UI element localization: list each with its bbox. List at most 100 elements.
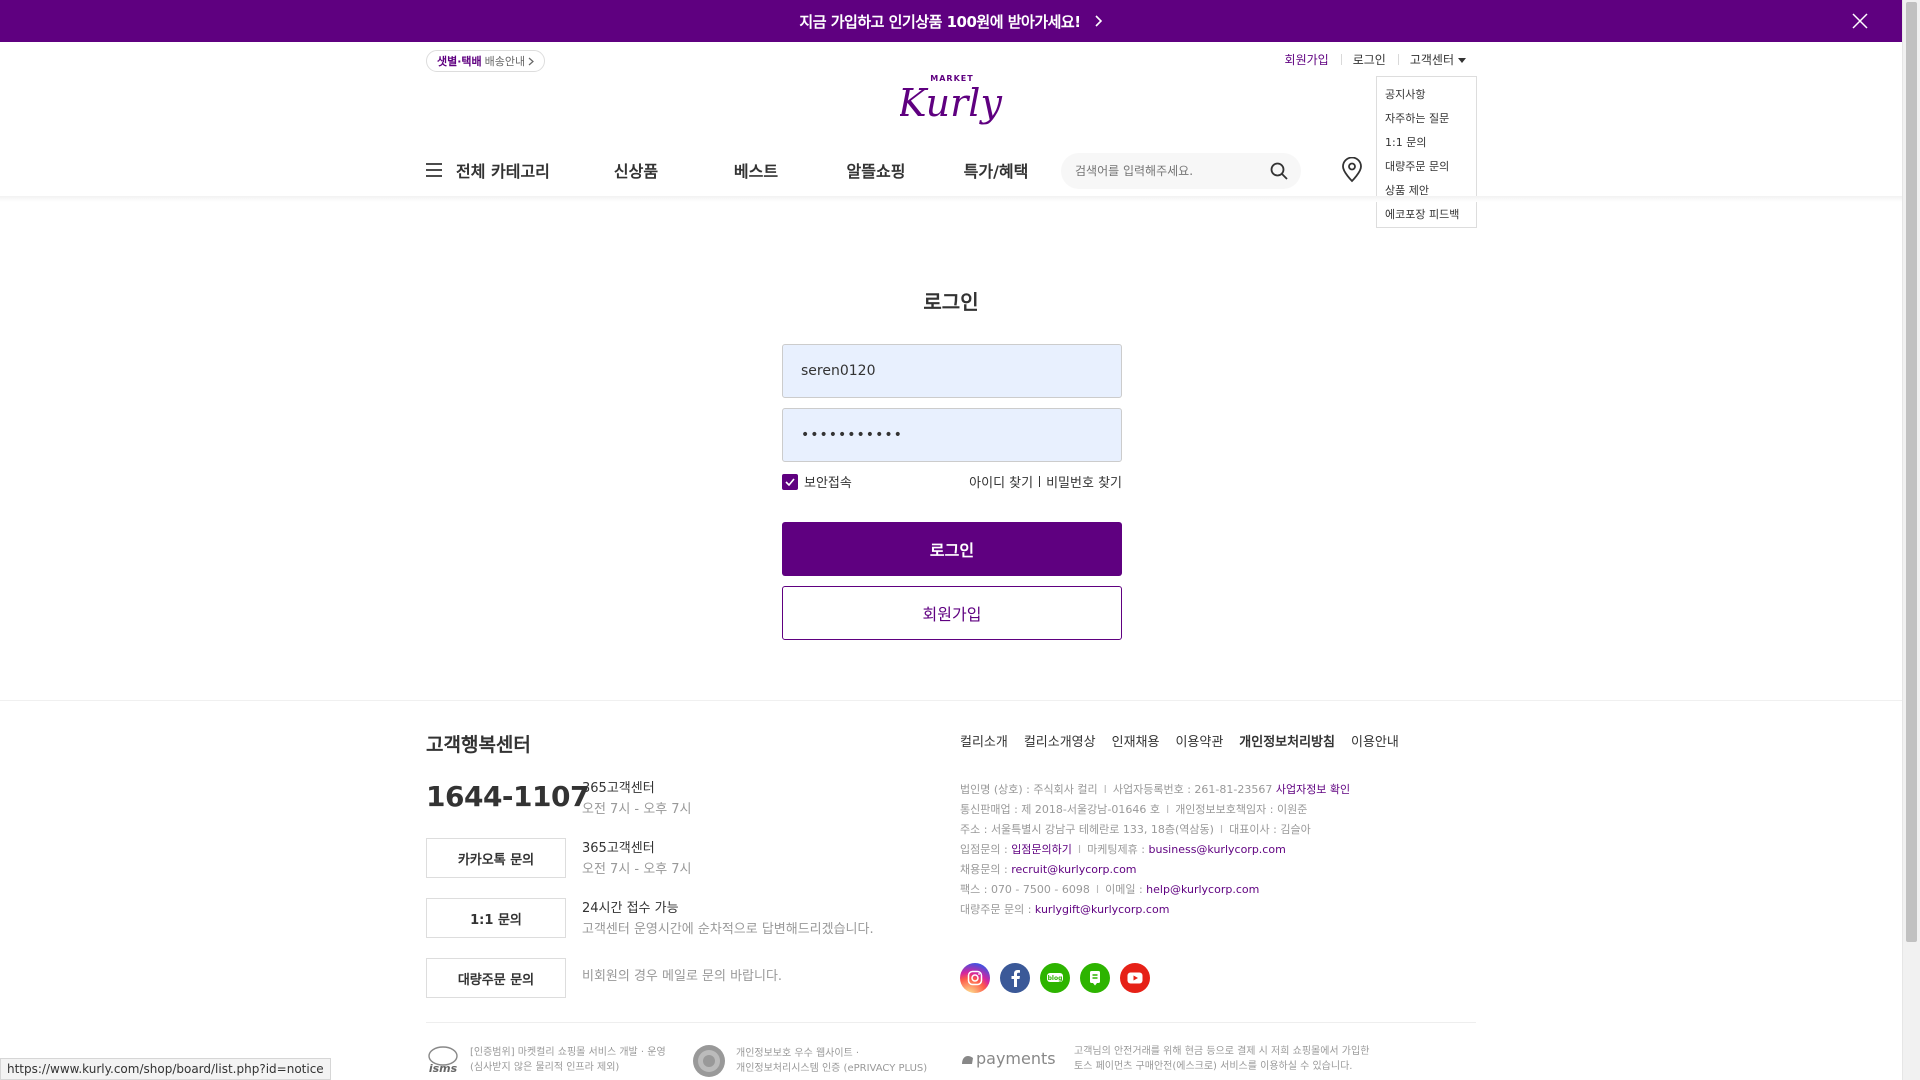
bulk-order-email-link[interactable]: kurlygift@kurlycorp.com: [1035, 903, 1170, 916]
partner-inquiry-label: 입점문의 :: [960, 843, 1008, 856]
customer-center-phone: 1644-1107: [426, 780, 589, 813]
footer-link-privacy[interactable]: 개인정보처리방침: [1239, 731, 1335, 750]
market-kurly-logo[interactable]: MARKET Kurly: [900, 70, 1004, 136]
nav-new-products[interactable]: 신상품: [576, 158, 696, 182]
one-to-one-inquiry-button[interactable]: 1:1 문의: [426, 898, 566, 938]
social-links: blog: [960, 963, 1150, 993]
recruit-label: 채용문의 :: [960, 863, 1008, 876]
caret-down-icon: [1458, 58, 1466, 63]
dropdown-item-eco-feedback[interactable]: 에코포장 피드백: [1377, 203, 1476, 227]
find-id-link[interactable]: 아이디 찾기: [969, 472, 1033, 491]
secure-login-checkbox[interactable]: 보안접속: [782, 472, 852, 491]
escrow-line-2: 토스 페이먼츠 구매안전(에스크로) 서비스를 이용하실 수 있습니다.: [1074, 1061, 1353, 1072]
all-categories-label: 전체 카테고리: [456, 162, 550, 181]
delivery-info-badge[interactable]: 샛별·택배 배송안내: [426, 50, 546, 72]
bulk-desc: 비회원의 경우 메일로 문의 바랍니다.: [582, 969, 783, 984]
nav-special-offers[interactable]: 특가/혜택: [936, 158, 1056, 182]
escrow-text: 고객님의 안전거래를 위해 현금 등으로 결제 시 저희 쇼핑몰에서 가입한 토…: [1074, 1044, 1369, 1074]
privacy-officer: 개인정보보호책임자 : 이원준: [1175, 803, 1308, 816]
location-pin-icon[interactable]: [1340, 157, 1364, 183]
isms-line-2: (심사받지 않은 물리적 인프라 제외): [470, 1062, 620, 1073]
delivery-badge-label: 배송안내: [484, 55, 526, 68]
kakao-hours: 오전 7시 - 오후 7시: [582, 862, 692, 877]
help-email-link[interactable]: help@kurlycorp.com: [1146, 883, 1259, 896]
chevron-right-icon: [1095, 15, 1102, 27]
header-divider: [0, 196, 1902, 202]
bulk-order-inquiry-button[interactable]: 대량주문 문의: [426, 958, 566, 998]
footer-link-careers[interactable]: 인재채용: [1112, 731, 1160, 750]
top-promo-banner[interactable]: 지금 가입하고 인기상품 100원에 받아가세요!: [0, 0, 1902, 42]
customer-center-link[interactable]: 고객센터: [1397, 51, 1478, 68]
phone-title: 365고객센터: [582, 781, 655, 796]
footer-navigation: 컬리소개 컬리소개영상 인재채용 이용약관 개인정보처리방침 이용안내: [960, 731, 1399, 750]
company-line-4: 입점문의 : 입점문의하기 I 마케팅제휴 : business@kurlycorp…: [960, 843, 1286, 856]
footer-link-about-video[interactable]: 컬리소개영상: [1024, 731, 1096, 750]
checkbox-checked-icon[interactable]: [782, 473, 798, 490]
find-password-link[interactable]: 비밀번호 찾기: [1046, 472, 1122, 491]
search-icon[interactable]: [1269, 161, 1289, 181]
facebook-icon[interactable]: [1000, 963, 1030, 993]
youtube-icon[interactable]: [1120, 963, 1150, 993]
footer-link-terms[interactable]: 이용약관: [1175, 731, 1223, 750]
link-divider: [1039, 476, 1041, 487]
nav-bargain-shopping[interactable]: 알뜰쇼핑: [816, 158, 936, 182]
find-account-links: 아이디 찾기 비밀번호 찾기: [969, 472, 1122, 491]
dropdown-item-faq[interactable]: 자주하는 질문: [1377, 107, 1476, 131]
ecommerce-license: 통신판매업 : 제 2018-서울강남-01646 호: [960, 803, 1160, 816]
blog-icon[interactable]: blog: [1040, 963, 1070, 993]
login-link[interactable]: 로그인: [1340, 51, 1398, 68]
user-id-input[interactable]: [782, 344, 1122, 398]
dropdown-item-notice[interactable]: 공지사항: [1377, 83, 1476, 107]
phone-hours-block: 365고객센터 오전 7시 - 오후 7시: [582, 778, 692, 820]
page-scrollbar[interactable]: [1902, 0, 1920, 1080]
banner-text[interactable]: 지금 가입하고 인기상품 100원에 받아가세요!: [799, 11, 1081, 32]
inquiry-title: 24시간 접수 가능: [582, 901, 679, 916]
toss-payments-logo: payments: [962, 1049, 1056, 1068]
search-box: [1061, 153, 1301, 189]
footer-divider: [0, 700, 1902, 701]
browser-status-url: https://www.kurly.com/shop/board/list.ph…: [0, 1058, 331, 1080]
all-categories-menu[interactable]: 전체 카테고리: [426, 158, 576, 182]
company-info: 법인명 (상호) : 주식회사 컬리 I 사업자등록번호 : 261-81-2356…: [960, 780, 1350, 920]
secure-login-label: 보안접속: [804, 476, 852, 491]
customer-center-label: 고객센터: [1409, 53, 1454, 67]
search-input[interactable]: [1075, 164, 1260, 178]
kakao-inquiry-button[interactable]: 카카오톡 문의: [426, 838, 566, 878]
isms-certification: isms [인증범위] 마켓컬리 쇼핑몰 서비스 개발 · 운영 (심사받지 않…: [426, 1044, 666, 1076]
scrollbar-thumb[interactable]: [1906, 2, 1917, 942]
inquiry-desc-block: 24시간 접수 가능 고객센터 운영시간에 순차적으로 답변해드리겠습니다.: [582, 898, 874, 940]
eprivacy-text: 개인정보보호 우수 웹사이트 · 개인정보처리시스템 인증 (ePRIVACY …: [736, 1046, 927, 1076]
partner-inquiry-link[interactable]: 입점문의하기: [1011, 843, 1072, 856]
eprivacy-seal-icon: [693, 1045, 725, 1077]
company-line-7: 대량주문 문의 : kurlygift@kurlycorp.com: [960, 900, 1350, 920]
eprivacy-certification: 개인정보보호 우수 웹사이트 · 개인정보처리시스템 인증 (ePRIVACY …: [692, 1044, 927, 1078]
signup-link[interactable]: 회원가입: [1273, 51, 1341, 68]
recruit-email-link[interactable]: recruit@kurlycorp.com: [1011, 863, 1136, 876]
isms-line-1: [인증범위] 마켓컬리 쇼핑몰 서비스 개발 · 운영: [470, 1047, 666, 1058]
business-number: 사업자등록번호 : 261-81-23567: [1112, 783, 1273, 796]
eprivacy-line-1: 개인정보보호 우수 웹사이트 ·: [736, 1048, 860, 1059]
signup-button[interactable]: 회원가입: [782, 586, 1122, 640]
dropdown-item-bulk-order[interactable]: 대량주문 문의: [1377, 155, 1476, 179]
svg-text:blog: blog: [1048, 975, 1063, 982]
instagram-icon[interactable]: [960, 963, 990, 993]
ceo-name: 대표이사 : 김슬아: [1229, 823, 1311, 836]
fax-number: 팩스 : 070 - 7500 - 6098: [960, 883, 1090, 896]
business-info-link[interactable]: 사업자정보 확인: [1276, 783, 1350, 796]
nav-best[interactable]: 베스트: [696, 158, 816, 182]
dropdown-item-inquiry[interactable]: 1:1 문의: [1377, 131, 1476, 155]
close-icon[interactable]: [1850, 11, 1870, 31]
footer-link-about[interactable]: 컬리소개: [960, 731, 1008, 750]
chevron-right-icon: [528, 57, 535, 65]
login-button[interactable]: 로그인: [782, 522, 1122, 576]
phone-hours: 오전 7시 - 오후 7시: [582, 802, 692, 817]
kakao-title: 365고객센터: [582, 841, 655, 856]
inquiry-desc: 고객센터 운영시간에 순차적으로 답변해드리겠습니다.: [582, 922, 874, 937]
password-input[interactable]: [782, 408, 1122, 462]
marketing-label: 마케팅제휴 :: [1087, 843, 1145, 856]
company-line-2: 통신판매업 : 제 2018-서울강남-01646 호 I 개인정보보호책임자 : …: [960, 803, 1308, 816]
isms-logo: isms: [428, 1046, 458, 1075]
footer-link-guide[interactable]: 이용안내: [1351, 731, 1399, 750]
naver-post-icon[interactable]: [1080, 963, 1110, 993]
marketing-email-link[interactable]: business@kurlycorp.com: [1148, 843, 1285, 856]
